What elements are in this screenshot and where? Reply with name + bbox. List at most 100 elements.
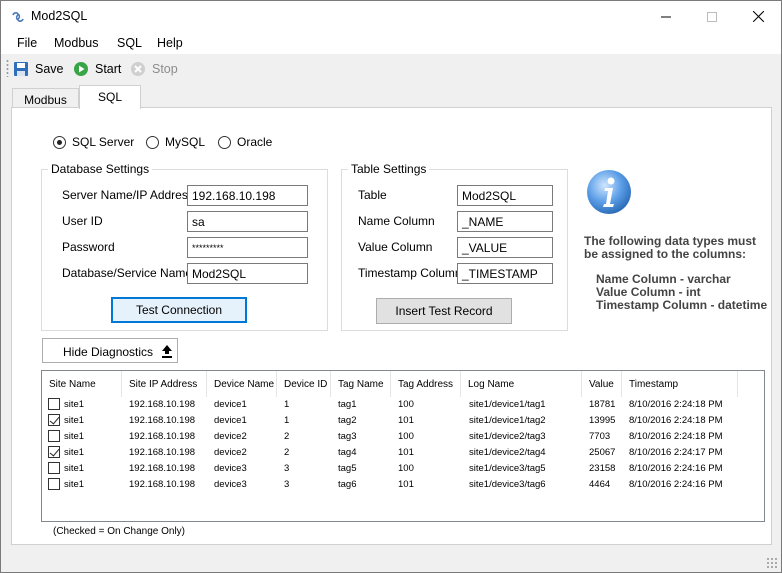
insert-test-record-button[interactable]: Insert Test Record	[376, 298, 512, 324]
stop-icon	[131, 62, 145, 76]
radio-mysql[interactable]: MySQL	[146, 135, 205, 149]
timestamp-column-input[interactable]: _TIMESTAMP	[457, 263, 553, 284]
status-bar	[1, 551, 781, 572]
minimize-button[interactable]	[643, 1, 689, 32]
col-header-log-name[interactable]: Log Name	[461, 371, 582, 397]
start-button[interactable]: Start	[73, 59, 121, 79]
radio-oracle[interactable]: Oracle	[218, 135, 272, 149]
radio-circle	[218, 135, 231, 149]
cell-tag: tag5	[338, 463, 357, 474]
menu-file[interactable]: File	[17, 36, 37, 50]
save-icon	[14, 62, 28, 76]
cell-timestamp: 8/10/2016 2:24:18 PM	[629, 431, 723, 442]
maximize-button[interactable]	[689, 1, 735, 32]
window-title: Mod2SQL	[31, 9, 88, 23]
col-header-tag-name[interactable]: Tag Name	[331, 371, 391, 397]
timestamp-column-label: Timestamp Column	[358, 266, 462, 280]
cell-device-id: 2	[284, 431, 290, 442]
col-header-site-name[interactable]: Site Name	[42, 371, 122, 397]
cell-device: device2	[214, 447, 247, 458]
on-change-checkbox[interactable]	[48, 446, 60, 458]
tab-sql[interactable]: SQL	[79, 85, 141, 109]
cell-timestamp: 8/10/2016 2:24:16 PM	[629, 479, 723, 490]
cell-value: 4464	[589, 479, 611, 490]
menu-sql[interactable]: SQL	[117, 36, 142, 50]
name-column-label: Name Column	[358, 214, 435, 228]
table-row[interactable]: site1 192.168.10.198 device1 1 tag1 100 …	[42, 397, 764, 413]
cell-timestamp: 8/10/2016 2:24:18 PM	[629, 399, 723, 410]
table-row[interactable]: site1 192.168.10.198 device3 3 tag6 101 …	[42, 477, 764, 493]
col-header-value[interactable]: Value	[582, 371, 622, 397]
group-title: Table Settings	[348, 162, 430, 176]
table-row[interactable]: site1 192.168.10.198 device1 1 tag2 101 …	[42, 413, 764, 429]
footnote: (Checked = On Change Only)	[53, 526, 186, 537]
stop-button[interactable]: Stop	[130, 59, 178, 79]
cell-log: site1/device3/tag6	[469, 479, 546, 490]
menu-help[interactable]: Help	[157, 36, 183, 50]
cell-tag: tag3	[338, 431, 357, 442]
menu-modbus[interactable]: Modbus	[54, 36, 98, 50]
cell-address: 101	[398, 415, 414, 426]
tab-modbus[interactable]: Modbus	[12, 88, 79, 109]
on-change-checkbox[interactable]	[48, 478, 60, 490]
server-label: Server Name/IP Address	[62, 188, 194, 202]
cell-site: site1	[64, 399, 85, 410]
on-change-checkbox[interactable]	[48, 398, 60, 410]
cell-log: site1/device1/tag2	[469, 415, 546, 426]
cell-site: site1	[64, 431, 85, 442]
resize-grip[interactable]	[766, 557, 778, 569]
password-label: Password	[62, 240, 115, 254]
play-icon	[74, 62, 88, 76]
on-change-checkbox[interactable]	[48, 430, 60, 442]
on-change-checkbox[interactable]	[48, 462, 60, 474]
minimize-icon	[661, 16, 671, 17]
info-line-2: be assigned to the columns:	[584, 247, 747, 261]
save-button[interactable]: Save	[13, 59, 64, 79]
col-header-device-name[interactable]: Device Name	[207, 371, 277, 397]
cell-timestamp: 8/10/2016 2:24:16 PM	[629, 463, 723, 474]
user-id-input[interactable]: sa	[187, 211, 308, 232]
cell-site: site1	[64, 447, 85, 458]
radio-sql-server[interactable]: SQL Server	[53, 135, 134, 149]
toolbar: Save Start Stop	[1, 56, 781, 82]
diagnostics-table[interactable]: Site Name Site IP Address Device Name De…	[41, 370, 765, 522]
cell-address: 100	[398, 431, 414, 442]
table-row[interactable]: site1 192.168.10.198 device3 3 tag5 100 …	[42, 461, 764, 477]
col-header-timestamp[interactable]: Timestamp	[622, 371, 738, 397]
cell-log: site1/device1/tag1	[469, 399, 546, 410]
table-row[interactable]: site1 192.168.10.198 device2 2 tag3 100 …	[42, 429, 764, 445]
cell-log: site1/device3/tag5	[469, 463, 546, 474]
cell-ip: 192.168.10.198	[129, 399, 196, 410]
cell-value: 13995	[589, 415, 616, 426]
table-label: Table	[358, 188, 387, 202]
name-column-input[interactable]: _NAME	[457, 211, 553, 232]
test-connection-button[interactable]: Test Connection	[111, 297, 247, 323]
col-header-device-id[interactable]: Device ID	[277, 371, 331, 397]
cell-device: device1	[214, 415, 247, 426]
value-column-input[interactable]: _VALUE	[457, 237, 553, 258]
server-input[interactable]: 192.168.10.198	[187, 185, 308, 206]
stop-label: Stop	[152, 62, 178, 76]
cell-device: device3	[214, 479, 247, 490]
cell-ip: 192.168.10.198	[129, 415, 196, 426]
cell-ip: 192.168.10.198	[129, 479, 196, 490]
save-label: Save	[35, 62, 64, 76]
menu-bar: File Modbus SQL Help	[1, 32, 781, 54]
col-header-tag-address[interactable]: Tag Address	[391, 371, 461, 397]
cell-address: 101	[398, 479, 414, 490]
toolbar-grip[interactable]	[6, 59, 9, 77]
table-input[interactable]: Mod2SQL	[457, 185, 553, 206]
maximize-icon	[707, 11, 717, 22]
col-header-site-ip[interactable]: Site IP Address	[122, 371, 207, 397]
password-input[interactable]: *********	[187, 237, 308, 258]
table-row[interactable]: site1 192.168.10.198 device2 2 tag4 101 …	[42, 445, 764, 461]
dbname-input[interactable]: Mod2SQL	[187, 263, 308, 284]
cell-ip: 192.168.10.198	[129, 431, 196, 442]
close-button[interactable]	[735, 1, 781, 32]
hide-diagnostics-label: Hide Diagnostics	[63, 345, 154, 359]
cell-address: 100	[398, 399, 414, 410]
cell-tag: tag4	[338, 447, 357, 458]
cell-log: site1/device2/tag4	[469, 447, 546, 458]
hide-diagnostics-button[interactable]: Hide Diagnostics	[42, 338, 178, 363]
on-change-checkbox[interactable]	[48, 414, 60, 426]
